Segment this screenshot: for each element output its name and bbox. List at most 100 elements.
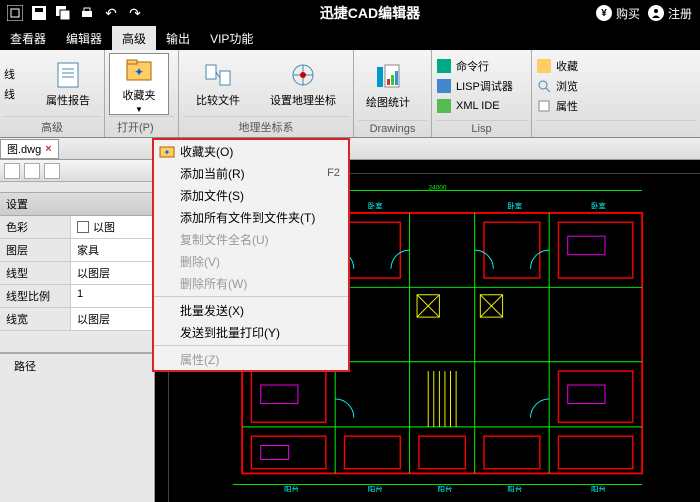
linetype-value[interactable]: 以图层 bbox=[70, 262, 154, 284]
dd-batch-print[interactable]: 发送到批量打印(Y) bbox=[154, 321, 348, 343]
separator-2 bbox=[154, 345, 348, 346]
properties-panel: 设置 色彩 以图 图层 家具 线型 以图层 线型比例 1 线宽 以图层 bbox=[0, 160, 155, 502]
print-icon[interactable] bbox=[78, 4, 96, 22]
redo-icon[interactable]: ↷ bbox=[126, 4, 144, 22]
menu-bar: 查看器 编辑器 高级 输出 VIP功能 bbox=[0, 26, 700, 50]
workspace: 设置 色彩 以图 图层 家具 线型 以图层 线型比例 1 线宽 以图层 bbox=[0, 160, 700, 502]
compare-files-button[interactable]: 比较文件 bbox=[188, 53, 248, 115]
panel-footer: 路径 bbox=[0, 353, 154, 378]
svg-text:阳台: 阳台 bbox=[284, 484, 299, 492]
app-icon bbox=[6, 4, 24, 22]
fav-small-icon bbox=[536, 58, 552, 74]
title-bar: ↶ ↷ 迅捷CAD编辑器 ¥ 购买 注册 bbox=[0, 0, 700, 26]
dd-delete: 删除(V) bbox=[154, 250, 348, 272]
open-label[interactable]: 打开(P) bbox=[109, 116, 174, 137]
group-label-drawings: Drawings bbox=[358, 120, 427, 137]
folder-star-icon: ✦ bbox=[158, 142, 176, 160]
dd-add-all[interactable]: 添加所有文件到文件夹(T) bbox=[154, 206, 348, 228]
section-settings[interactable]: 设置 bbox=[0, 192, 154, 216]
report-icon bbox=[53, 60, 83, 90]
buy-button[interactable]: ¥ 购买 bbox=[596, 5, 640, 22]
svg-text:卧室: 卧室 bbox=[591, 200, 606, 210]
group-label-geo: 地理坐标系 bbox=[183, 116, 349, 137]
compare-icon bbox=[203, 60, 233, 90]
favorites-icon: ✦ bbox=[124, 55, 154, 85]
register-button[interactable]: 注册 bbox=[648, 5, 692, 22]
prop-icon bbox=[536, 98, 552, 114]
prop-button[interactable]: 属性 bbox=[536, 97, 696, 115]
undo-icon[interactable]: ↶ bbox=[102, 4, 120, 22]
panel-tool-3[interactable] bbox=[44, 163, 60, 179]
path-label: 路径 bbox=[14, 358, 36, 374]
dd-batch-send[interactable]: 批量发送(X) bbox=[154, 299, 348, 321]
set-geo-button[interactable]: 设置地理坐标 bbox=[262, 53, 344, 115]
prop-row-color: 色彩 以图 bbox=[0, 216, 154, 239]
favorites-dropdown: ✦ 收藏夹(O) 添加当前(R) F2 添加文件(S) 添加所有文件到文件夹(T… bbox=[152, 138, 350, 372]
lisp-icon bbox=[436, 78, 452, 94]
stats-icon bbox=[373, 62, 403, 92]
geo-icon bbox=[288, 60, 318, 90]
svg-text:阳台: 阳台 bbox=[507, 484, 522, 492]
svg-text:24000: 24000 bbox=[428, 185, 446, 192]
prop-row-ltscale: 线型比例 1 bbox=[0, 285, 154, 308]
dd-add-file[interactable]: 添加文件(S) bbox=[154, 184, 348, 206]
favorites-button[interactable]: ✦ 收藏夹 ▼ bbox=[109, 53, 169, 115]
browse-button[interactable]: 浏览 bbox=[536, 77, 696, 95]
group-label-advanced: 高级 bbox=[4, 116, 100, 137]
app-title: 迅捷CAD编辑器 bbox=[144, 3, 596, 23]
svg-text:✦: ✦ bbox=[164, 148, 171, 157]
save-all-icon[interactable] bbox=[54, 4, 72, 22]
document-tab-bar: 图.dwg × bbox=[0, 138, 700, 160]
menu-advanced[interactable]: 高级 bbox=[112, 26, 156, 50]
prop-row-layer: 图层 家具 bbox=[0, 239, 154, 262]
yen-icon: ¥ bbox=[596, 5, 612, 21]
prop-row-lineweight: 线宽 以图层 bbox=[0, 308, 154, 331]
line-button-1[interactable]: 线 bbox=[4, 65, 34, 83]
group-label-lisp: Lisp bbox=[436, 120, 527, 137]
menu-vip[interactable]: VIP功能 bbox=[200, 26, 263, 50]
dd-copy-name: 复制文件全名(U) bbox=[154, 228, 348, 250]
menu-editor[interactable]: 编辑器 bbox=[56, 26, 112, 50]
dd-delete-all: 删除所有(W) bbox=[154, 272, 348, 294]
svg-text:阳台: 阳台 bbox=[437, 484, 452, 492]
separator bbox=[154, 296, 348, 297]
cmdline-icon bbox=[436, 58, 452, 74]
chevron-down-icon: ▼ bbox=[135, 105, 143, 114]
svg-text:阳台: 阳台 bbox=[591, 484, 606, 492]
register-label: 注册 bbox=[668, 5, 692, 22]
menu-output[interactable]: 输出 bbox=[156, 26, 200, 50]
ltscale-value[interactable]: 1 bbox=[70, 285, 154, 307]
line-button-2[interactable]: 线 bbox=[4, 85, 34, 103]
close-tab-icon[interactable]: × bbox=[45, 143, 51, 155]
layer-value[interactable]: 家具 bbox=[70, 239, 154, 261]
fav-small-button[interactable]: 收藏 bbox=[536, 57, 696, 75]
svg-text:✦: ✦ bbox=[134, 65, 144, 79]
save-icon[interactable] bbox=[30, 4, 48, 22]
doc-label: 图.dwg bbox=[7, 141, 41, 157]
xml-icon bbox=[436, 98, 452, 114]
color-value[interactable]: 以图 bbox=[70, 216, 154, 238]
document-tab[interactable]: 图.dwg × bbox=[0, 139, 59, 159]
dd-properties: 属性(Z) bbox=[154, 348, 348, 370]
svg-text:卧室: 卧室 bbox=[507, 200, 522, 210]
menu-viewer[interactable]: 查看器 bbox=[0, 26, 56, 50]
cmdline-button[interactable]: 命令行 bbox=[436, 57, 527, 75]
svg-text:阳台: 阳台 bbox=[368, 484, 383, 492]
panel-toolbar bbox=[0, 160, 154, 182]
lisp-debug-button[interactable]: LISP调试器 bbox=[436, 77, 527, 95]
xml-ide-button[interactable]: XML IDE bbox=[436, 97, 527, 115]
prop-row-linetype: 线型 以图层 bbox=[0, 262, 154, 285]
checkbox-icon[interactable] bbox=[77, 221, 89, 233]
svg-text:卧室: 卧室 bbox=[368, 200, 383, 210]
favorites-label: 收藏夹 bbox=[123, 87, 156, 103]
lineweight-value[interactable]: 以图层 bbox=[70, 308, 154, 330]
dd-favorites[interactable]: ✦ 收藏夹(O) bbox=[154, 140, 348, 162]
property-report-label: 属性报告 bbox=[46, 92, 90, 108]
property-report-button[interactable]: 属性报告 bbox=[38, 53, 98, 115]
dd-add-current[interactable]: 添加当前(R) F2 bbox=[154, 162, 348, 184]
panel-tool-1[interactable] bbox=[4, 163, 20, 179]
ribbon: 线 线 属性报告 高级 ✦ 收藏夹 ▼ 打开(P) bbox=[0, 50, 700, 138]
panel-tool-2[interactable] bbox=[24, 163, 40, 179]
shortcut-label: F2 bbox=[327, 167, 340, 179]
drawing-stats-button[interactable]: 绘图统计 bbox=[358, 55, 418, 117]
